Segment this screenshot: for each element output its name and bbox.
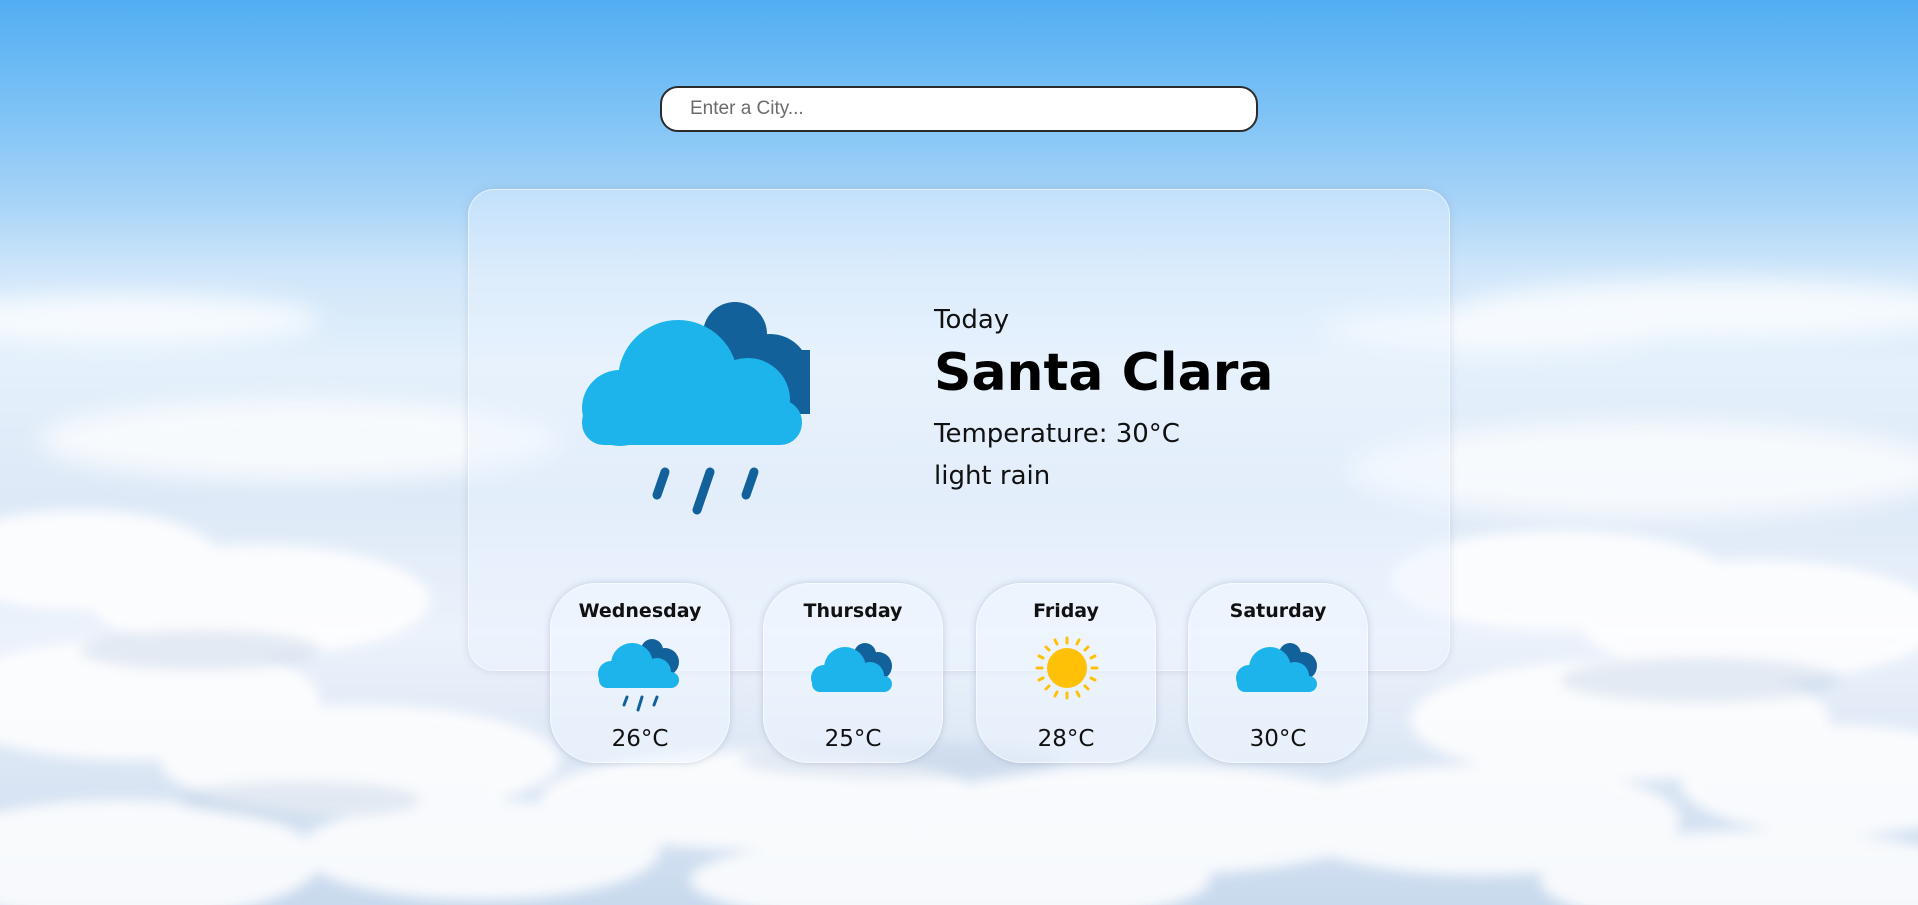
forecast-temperature: 25°C <box>824 726 882 752</box>
rain-cloud-icon <box>598 639 679 712</box>
city-search-input[interactable] <box>660 86 1258 132</box>
forecast-card-friday: Friday 28°C <box>976 583 1156 763</box>
forecast-temperature: 28°C <box>1037 726 1095 752</box>
search-bar <box>660 86 1258 132</box>
forecast-day: Friday <box>1033 600 1099 622</box>
weather-description: light rain <box>934 461 1051 491</box>
forecast-temperature: 26°C <box>611 726 669 752</box>
forecast-temperature: 30°C <box>1249 726 1307 752</box>
forecast-day: Wednesday <box>578 600 702 622</box>
cloud-icon <box>811 643 892 692</box>
forecast-day: Thursday <box>803 600 903 622</box>
city-name: Santa Clara <box>934 343 1274 403</box>
forecast-card-wednesday: Wednesday 26°C <box>550 583 730 763</box>
current-weather-info: Today Santa Clara Temperature: 30°C ligh… <box>934 300 1273 496</box>
forecast-card-thursday: Thursday 25°C <box>763 583 943 763</box>
today-label: Today <box>934 305 1010 335</box>
cloud-icon <box>1236 643 1317 692</box>
current-temperature: Temperature: 30°C <box>934 419 1180 449</box>
forecast-day: Saturday <box>1229 600 1327 622</box>
sun-icon <box>1035 636 1099 700</box>
forecast-card-saturday: Saturday 30°C <box>1188 583 1368 763</box>
rain-cloud-icon <box>582 302 810 515</box>
